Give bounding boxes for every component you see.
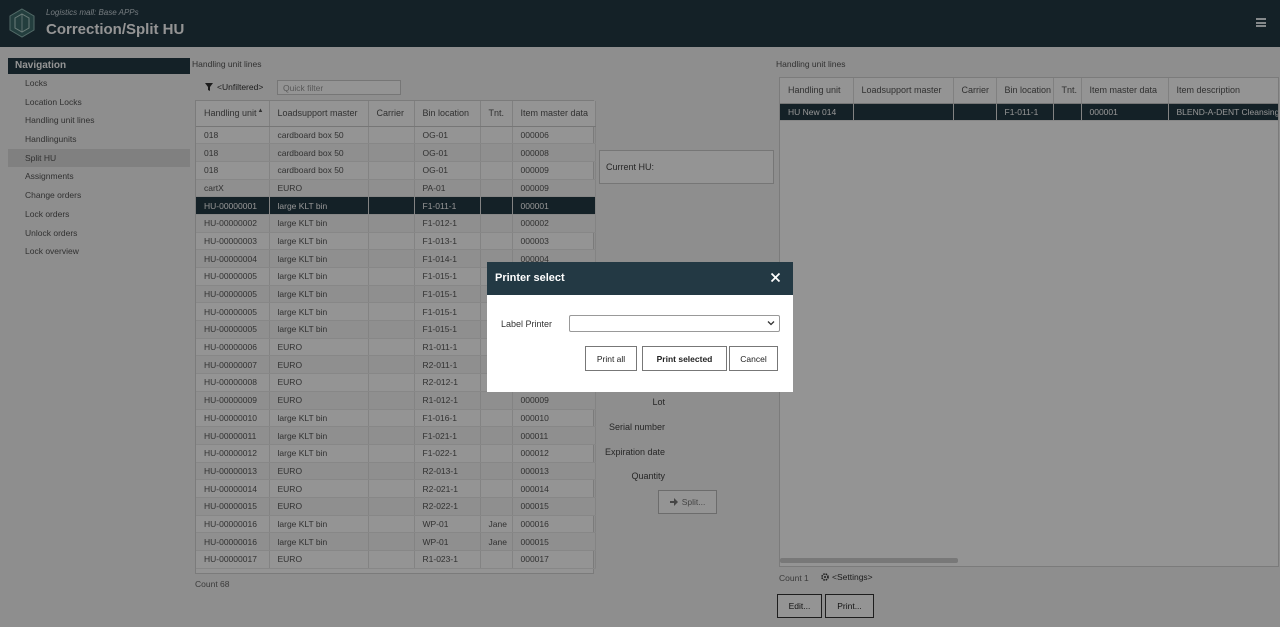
dialog-title: Printer select	[495, 272, 565, 284]
dialog-header: Printer select	[487, 262, 793, 295]
label-printer-select[interactable]	[569, 315, 780, 332]
close-icon[interactable]	[770, 272, 781, 283]
print-all-button[interactable]: Print all	[585, 346, 637, 371]
printer-select-dialog: Printer select Label Printer Print all P…	[487, 262, 793, 392]
cancel-button[interactable]: Cancel	[729, 346, 778, 371]
print-selected-button[interactable]: Print selected	[642, 346, 727, 371]
chevron-down-icon	[767, 321, 775, 326]
label-printer-label: Label Printer	[501, 319, 553, 329]
